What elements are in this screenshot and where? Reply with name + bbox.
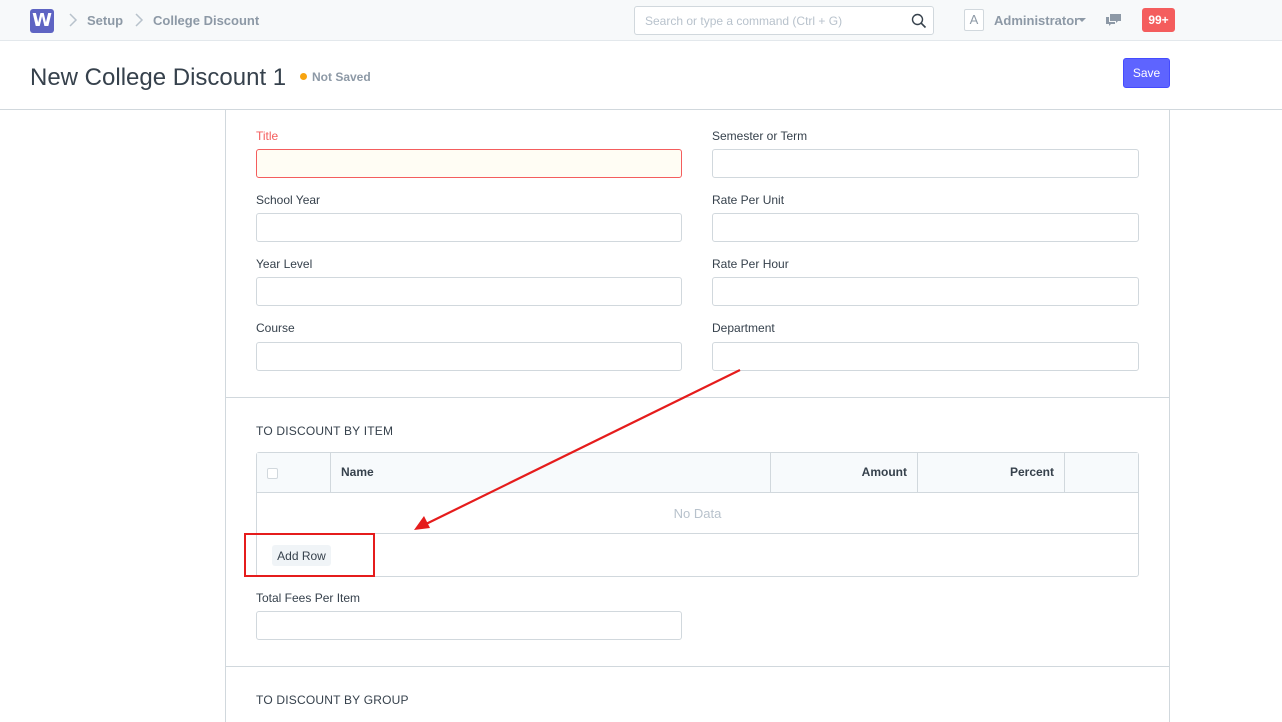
notification-badge[interactable]: 99+ — [1142, 8, 1175, 32]
section-divider — [225, 666, 1170, 667]
annotation-arrow-icon — [414, 369, 741, 530]
rate-per-hour-input[interactable] — [712, 277, 1139, 306]
semester-input[interactable] — [712, 149, 1139, 178]
school-year-input[interactable] — [256, 213, 682, 242]
school-year-label: School Year — [256, 193, 321, 207]
app-logo[interactable]: W — [30, 9, 54, 33]
department-input[interactable] — [712, 342, 1139, 371]
column-separator — [770, 453, 771, 493]
chevron-right-icon — [135, 13, 144, 27]
status-indicator-dot — [300, 73, 307, 80]
column-separator — [917, 453, 918, 493]
chevron-right-icon — [69, 13, 78, 27]
breadcrumb-college-discount[interactable]: College Discount — [153, 13, 259, 28]
page-title: New College Discount 1 — [30, 64, 287, 91]
search-icon[interactable] — [910, 12, 928, 30]
semester-label: Semester or Term — [712, 129, 808, 143]
column-separator — [330, 453, 331, 493]
breadcrumb-setup[interactable]: Setup — [87, 13, 123, 28]
navbar: W Setup College Discount A Administrator… — [0, 0, 1282, 41]
rate-per-unit-input[interactable] — [712, 213, 1139, 242]
section-title-discount-by-item: TO DISCOUNT BY ITEM — [256, 424, 394, 438]
chat-icon[interactable] — [1105, 13, 1122, 27]
status-badge: Not Saved — [312, 70, 371, 84]
rate-per-hour-label: Rate Per Hour — [712, 257, 789, 271]
title-label: Title — [256, 129, 279, 143]
search-bar — [634, 6, 934, 35]
column-header-amount: Amount — [861, 465, 907, 479]
year-level-label: Year Level — [256, 257, 313, 271]
year-level-input[interactable] — [256, 277, 682, 306]
section-title-discount-by-group: TO DISCOUNT BY GROUP — [256, 693, 409, 707]
total-fees-label: Total Fees Per Item — [256, 591, 361, 605]
column-header-name: Name — [341, 465, 374, 479]
select-all-checkbox[interactable] — [267, 468, 278, 479]
column-separator — [1064, 453, 1065, 493]
column-header-percent: Percent — [1009, 465, 1054, 479]
rate-per-unit-label: Rate Per Unit — [712, 193, 785, 207]
chevron-down-icon[interactable] — [1078, 18, 1086, 22]
department-label: Department — [712, 321, 775, 335]
annotation-highlight-box — [244, 533, 375, 577]
avatar[interactable]: A — [964, 9, 984, 31]
save-button[interactable]: Save — [1123, 58, 1170, 88]
total-fees-input[interactable] — [256, 611, 682, 640]
search-input[interactable] — [635, 7, 895, 34]
user-menu-label[interactable]: Administrator — [994, 13, 1079, 28]
title-input[interactable] — [256, 149, 682, 178]
course-label: Course — [256, 321, 295, 335]
